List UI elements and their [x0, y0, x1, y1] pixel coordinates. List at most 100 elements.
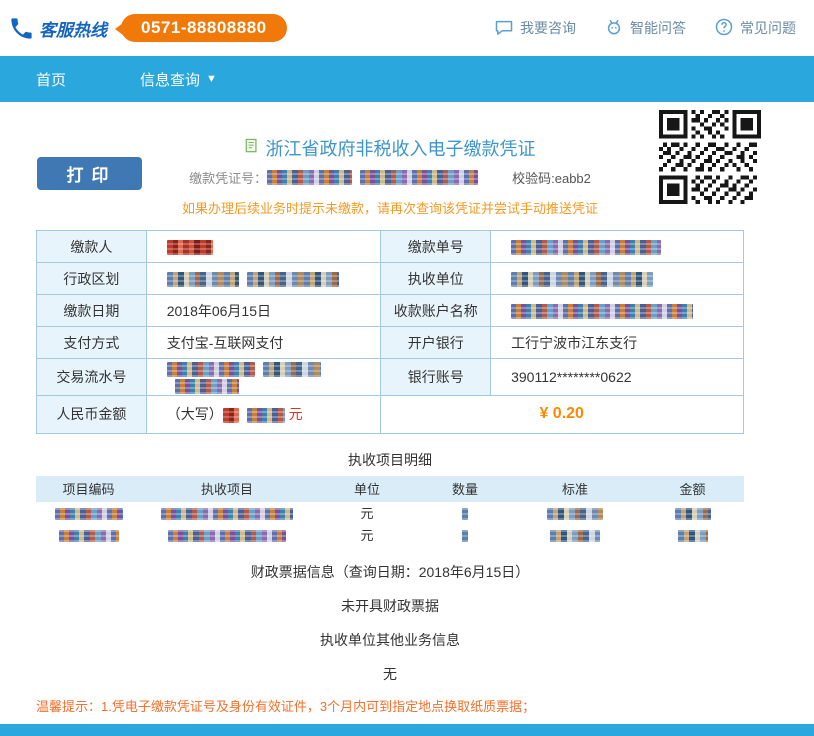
hotline-label: 客服热线 [39, 16, 107, 41]
table-row: 交易流水号 银行账号 390112********0622 [37, 359, 744, 396]
voucher-content: 浙江省政府非税收入电子缴款凭证 缴款凭证号： 校验码:eabb2 如果办理后续业… [36, 102, 744, 712]
redacted-qty [462, 508, 468, 520]
table-row: 缴款日期 2018年06月15日 收款账户名称 [37, 295, 744, 327]
voucher-number-line: 缴款凭证号： 校验码:eabb2 [36, 168, 744, 186]
table-row: 行政区划 执收单位 [37, 263, 744, 295]
redacted-district [167, 272, 239, 287]
voucher-no-label: 缴款凭证号： [189, 168, 267, 187]
header-links: 我要咨询 智能问答 常见问题 [494, 17, 796, 40]
detail-row: 元 [36, 502, 744, 524]
qr-code [654, 110, 766, 204]
district-value [146, 263, 381, 295]
redacted-order-no [511, 240, 661, 255]
unit-value [491, 263, 744, 295]
redacted-account-name [511, 304, 693, 319]
footer-bar [0, 724, 814, 736]
account-value [491, 295, 744, 327]
order-label: 缴款单号 [381, 231, 491, 263]
detail-section-title: 执收项目明细 [36, 450, 744, 468]
acctno-label: 银行账号 [381, 359, 491, 396]
redacted-unit [511, 272, 653, 287]
unit-label: 执收单位 [381, 263, 491, 295]
payer-value [146, 231, 381, 263]
document-icon [245, 138, 259, 159]
link-consult-label: 我要咨询 [520, 18, 576, 38]
date-value: 2018年06月15日 [146, 295, 381, 327]
nav-item-home[interactable]: 首页 [36, 69, 66, 90]
method-value: 支付宝-互联网支付 [146, 327, 381, 359]
phone-icon [8, 15, 35, 42]
detail-unit: 元 [313, 524, 421, 546]
amount-label: 人民币金额 [37, 395, 147, 433]
nav-home-label: 首页 [36, 69, 66, 90]
detail-row: 元 [36, 524, 744, 546]
check-code-value: eabb2 [555, 171, 591, 186]
redacted-payer [167, 240, 213, 255]
detail-header-item: 执收项目 [141, 476, 313, 502]
amount-words: （大写） 元 [146, 395, 381, 433]
bank-value: 工行宁波市江东支行 [491, 327, 744, 359]
redacted-amount [675, 508, 711, 520]
link-consult[interactable]: 我要咨询 [494, 17, 576, 40]
serial-label: 交易流水号 [37, 359, 147, 396]
acctno-value: 390112********0622 [491, 359, 744, 396]
amount-words-unit: 元 [289, 406, 303, 422]
account-label: 收款账户名称 [381, 295, 491, 327]
redacted-item-name [161, 508, 293, 520]
question-icon [714, 17, 734, 40]
detail-header-row: 项目编码 执收项目 单位 数量 标准 金额 [36, 476, 744, 502]
detail-header-code: 项目编码 [36, 476, 141, 502]
top-header: 客服热线 0571-88808880 我要咨询 智能问答 常见问题 [0, 0, 814, 56]
link-faq-label: 常见问题 [740, 18, 796, 38]
bill-info-title: 财政票据信息（查询日期：2018年6月15日） [36, 562, 744, 580]
bill-status: 未开具财政票据 [36, 596, 744, 614]
redacted-qty [462, 530, 468, 542]
redacted-voucher-no-2 [360, 170, 478, 185]
table-row: 支付方式 支付宝-互联网支付 开户银行 工行宁波市江东支行 [37, 327, 744, 359]
chat-icon [494, 17, 514, 40]
redacted-amount-word-2 [247, 408, 285, 423]
amount-words-prefix: （大写） [167, 406, 223, 422]
redacted-voucher-no-1 [267, 170, 352, 185]
detail-header-unit: 单位 [313, 476, 421, 502]
redacted-serial-2 [263, 362, 321, 377]
hotline-number-badge: 0571-88808880 [121, 14, 287, 42]
link-faq[interactable]: 常见问题 [714, 17, 796, 40]
voucher-table: 缴款人 缴款单号 行政区划 执收单位 缴款日期 2018年06月15日 收款账户… [36, 230, 744, 434]
chevron-down-icon: ▼ [206, 73, 217, 85]
order-value [491, 231, 744, 263]
date-label: 缴款日期 [37, 295, 147, 327]
detail-table: 项目编码 执收项目 单位 数量 标准 金额 元 [36, 476, 744, 546]
detail-unit: 元 [313, 502, 421, 524]
redacted-item-name [168, 530, 286, 542]
redacted-serial-3 [175, 379, 239, 394]
redacted-amount-word-1 [223, 408, 239, 423]
redacted-amount [678, 530, 708, 542]
redacted-district-2 [247, 272, 339, 287]
redacted-standard [547, 508, 603, 520]
redacted-serial-1 [167, 362, 255, 377]
tips-text: 温馨提示：1.凭电子缴款凭证号及身份有效证件，3个月内可到指定地点换取纸质票据； [36, 696, 744, 712]
table-row: 缴款人 缴款单号 [37, 231, 744, 263]
main-nav: 首页 信息查询 ▼ [0, 56, 814, 102]
voucher-title-row: 浙江省政府非税收入电子缴款凭证 [36, 136, 744, 160]
serial-value [146, 359, 381, 396]
nav-item-info-query[interactable]: 信息查询 ▼ [140, 69, 217, 90]
amount-value: ¥ 0.20 [381, 395, 744, 433]
district-label: 行政区划 [37, 263, 147, 295]
print-button[interactable]: 打印 [37, 157, 142, 190]
check-code-label: 校验码: [512, 171, 555, 186]
robot-icon [604, 17, 624, 40]
link-smart-qa[interactable]: 智能问答 [604, 17, 686, 40]
redacted-item-code [59, 530, 119, 542]
method-label: 支付方式 [37, 327, 147, 359]
detail-header-qty: 数量 [421, 476, 509, 502]
redacted-standard [550, 530, 600, 542]
payer-label: 缴款人 [37, 231, 147, 263]
warning-text: 如果办理后续业务时提示未缴款，请再次查询该凭证并尝试手动推送凭证 [36, 198, 744, 214]
check-code: 校验码:eabb2 [512, 168, 591, 187]
other-info-value: 无 [36, 664, 744, 682]
detail-header-amount: 金额 [641, 476, 744, 502]
other-info-title: 执收单位其他业务信息 [36, 630, 744, 648]
main-content: 打印 浙江省政府非税收入电子缴款凭证 缴款凭证号： 校验码:eabb2 [0, 102, 814, 724]
